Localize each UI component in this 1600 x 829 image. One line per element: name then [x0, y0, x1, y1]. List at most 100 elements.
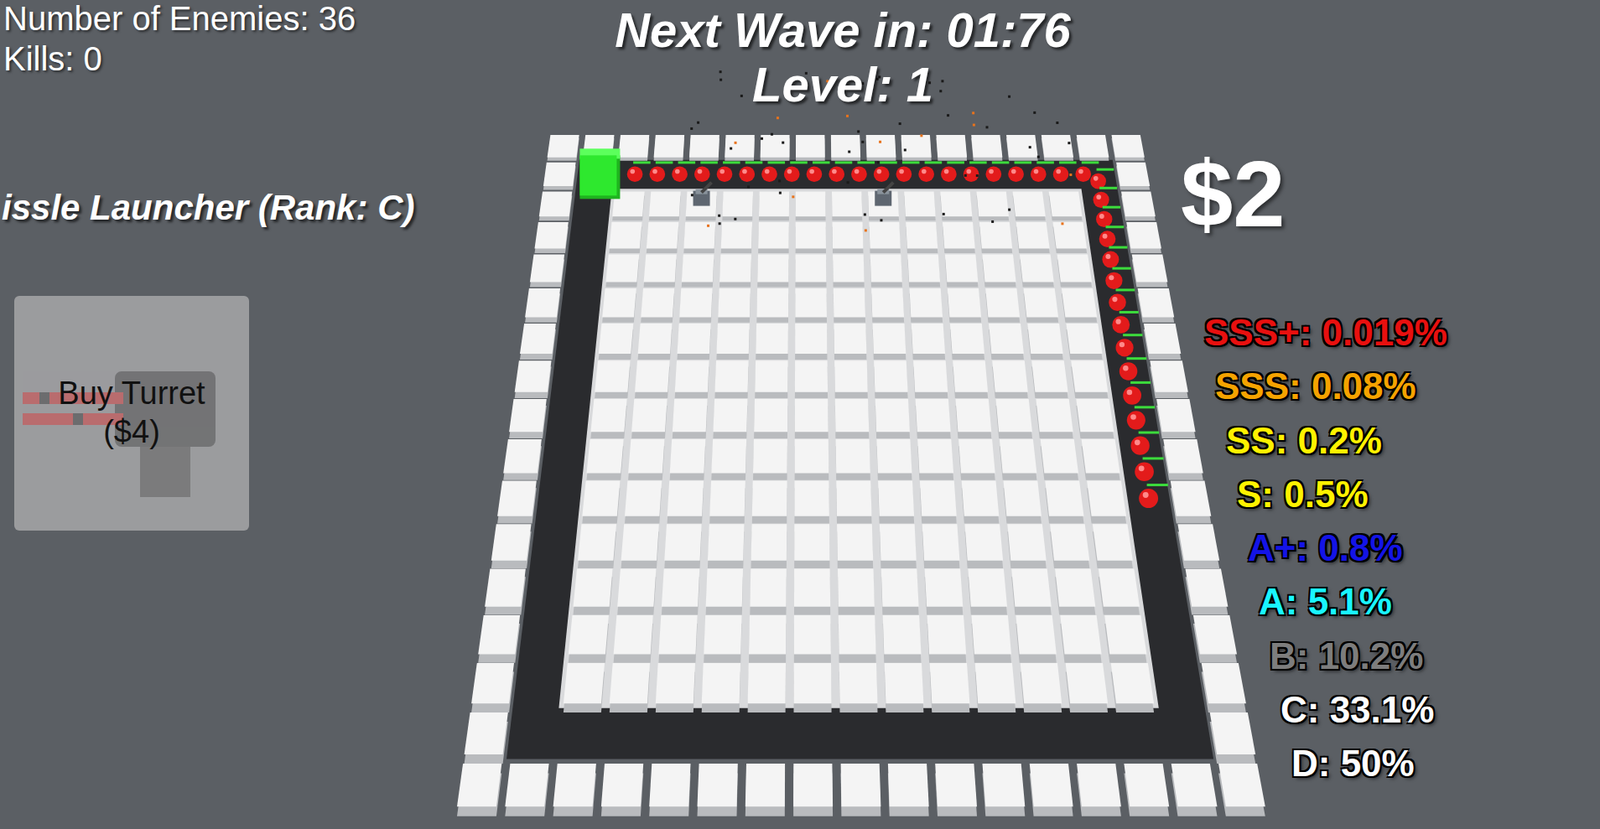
tile[interactable]	[1121, 192, 1156, 222]
tile[interactable]	[988, 323, 1024, 360]
tile[interactable]	[617, 569, 656, 616]
tile[interactable]	[835, 399, 870, 439]
tile[interactable]	[1111, 663, 1154, 713]
tile[interactable]	[587, 439, 624, 481]
tile[interactable]	[714, 360, 749, 399]
tile[interactable]	[717, 288, 751, 323]
tile[interactable]	[577, 524, 617, 569]
tile[interactable]	[613, 615, 654, 664]
tile[interactable]	[649, 763, 691, 817]
tile[interactable]	[601, 763, 644, 817]
tile[interactable]	[681, 254, 715, 288]
tile[interactable]	[903, 192, 936, 222]
tile[interactable]	[573, 569, 613, 616]
tile[interactable]	[514, 360, 552, 399]
tile[interactable]	[1029, 763, 1074, 817]
tile[interactable]	[745, 763, 785, 817]
tile[interactable]	[981, 254, 1016, 288]
tile[interactable]	[958, 439, 996, 481]
tile[interactable]	[1156, 399, 1196, 439]
tile[interactable]	[1104, 615, 1147, 664]
tile[interactable]	[1193, 615, 1237, 664]
tile[interactable]	[873, 360, 909, 399]
turret[interactable]	[874, 182, 894, 207]
tile[interactable]	[709, 481, 746, 525]
tile[interactable]	[1061, 288, 1097, 323]
tile[interactable]	[757, 254, 789, 288]
tile[interactable]	[883, 615, 922, 664]
tile[interactable]	[658, 615, 697, 664]
tile[interactable]	[712, 399, 748, 439]
tile[interactable]	[1126, 222, 1162, 254]
tile[interactable]	[794, 360, 828, 399]
tile[interactable]	[1031, 360, 1068, 399]
tile[interactable]	[1149, 360, 1189, 399]
tile[interactable]	[547, 135, 580, 162]
tile[interactable]	[909, 288, 944, 323]
tile[interactable]	[833, 288, 866, 323]
tile[interactable]	[594, 360, 630, 399]
tile[interactable]	[683, 222, 716, 254]
tile[interactable]	[1076, 763, 1122, 817]
tile[interactable]	[634, 360, 671, 399]
tile[interactable]	[992, 360, 1029, 399]
tile[interactable]	[1076, 135, 1110, 162]
tile[interactable]	[1137, 288, 1175, 323]
tile[interactable]	[646, 222, 680, 254]
tile[interactable]	[677, 323, 712, 360]
tile[interactable]	[795, 222, 826, 254]
tile[interactable]	[1044, 481, 1084, 525]
tile[interactable]	[1210, 712, 1257, 764]
tile[interactable]	[867, 192, 899, 222]
tile[interactable]	[877, 481, 915, 525]
tile[interactable]	[947, 288, 982, 323]
tile[interactable]	[952, 360, 988, 399]
tile[interactable]	[881, 569, 920, 616]
tile[interactable]	[836, 439, 871, 481]
tile[interactable]	[945, 254, 979, 288]
tile[interactable]	[961, 481, 1000, 525]
tile[interactable]	[724, 135, 755, 162]
tile[interactable]	[590, 399, 627, 439]
tile[interactable]	[464, 712, 509, 764]
tile[interactable]	[870, 254, 903, 288]
buy-turret-button[interactable]: Buy Turret($4)	[14, 296, 250, 531]
tile[interactable]	[711, 439, 747, 481]
tile[interactable]	[831, 192, 863, 222]
tile[interactable]	[1098, 569, 1140, 616]
tile[interactable]	[618, 135, 650, 162]
tile[interactable]	[834, 360, 868, 399]
tile[interactable]	[1019, 254, 1055, 288]
tile[interactable]	[794, 524, 830, 569]
tile[interactable]	[719, 254, 752, 288]
tile[interactable]	[644, 254, 677, 288]
tile[interactable]	[999, 439, 1038, 481]
tile[interactable]	[967, 569, 1008, 616]
tile[interactable]	[670, 439, 707, 481]
tile[interactable]	[982, 763, 1026, 817]
tile[interactable]	[706, 569, 743, 616]
tile[interactable]	[1059, 615, 1102, 664]
tile[interactable]	[1015, 615, 1056, 664]
tile[interactable]	[793, 763, 833, 817]
tile[interactable]	[794, 615, 832, 664]
tile[interactable]	[756, 288, 789, 323]
tile[interactable]	[1007, 524, 1046, 569]
tile[interactable]	[568, 615, 609, 664]
tile[interactable]	[1049, 524, 1090, 569]
tile[interactable]	[832, 254, 865, 288]
tile[interactable]	[581, 481, 620, 525]
tile[interactable]	[833, 323, 867, 360]
tile[interactable]	[748, 615, 786, 664]
tile[interactable]	[1012, 192, 1046, 222]
tile[interactable]	[649, 192, 681, 222]
tile[interactable]	[497, 481, 537, 525]
tile[interactable]	[1170, 481, 1212, 525]
tile[interactable]	[795, 192, 826, 222]
turret[interactable]	[693, 182, 712, 207]
tile[interactable]	[940, 192, 972, 222]
tile[interactable]	[1040, 439, 1079, 481]
tile[interactable]	[985, 288, 1020, 323]
tile[interactable]	[751, 524, 788, 569]
tile[interactable]	[927, 615, 967, 664]
